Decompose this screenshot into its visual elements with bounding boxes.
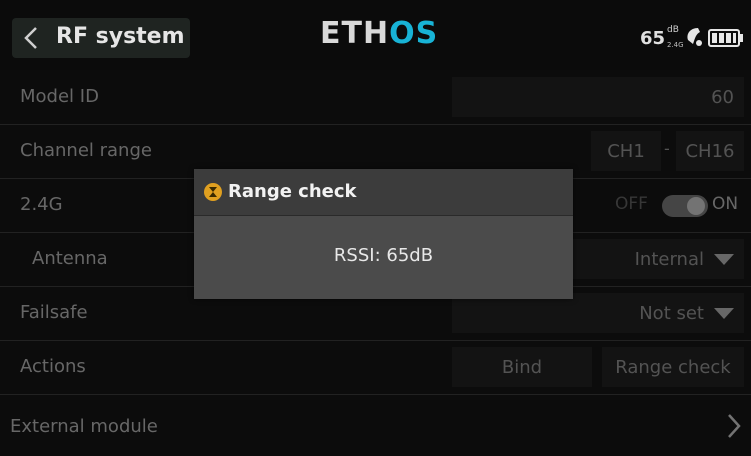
dialog-message: RSSI: 65dB	[333, 245, 434, 266]
logo-accent: OS	[389, 16, 439, 51]
antenna-icon	[687, 28, 702, 46]
logo-main: ETH	[320, 16, 390, 51]
back-button[interactable]: RF system	[12, 18, 190, 58]
rssi-unit: dB	[667, 25, 679, 35]
dialog-title: Range check	[228, 181, 357, 202]
back-chevron-icon	[24, 27, 37, 49]
hourglass-icon	[204, 183, 222, 201]
page-title: RF system	[56, 24, 185, 49]
range-check-dialog[interactable]: Range check RSSI: 65dB	[194, 169, 573, 299]
rssi-band: 2.4G	[667, 41, 684, 49]
header-bar: RF system ETHOS 65 dB 2.4G	[0, 0, 751, 70]
battery-icon	[708, 29, 743, 47]
dialog-header: Range check	[194, 169, 573, 216]
rssi-value: 65	[640, 28, 666, 49]
screen: RF system ETHOS 65 dB 2.4G Model ID 60 C…	[0, 0, 751, 456]
ethos-logo: ETHOS	[320, 16, 438, 51]
